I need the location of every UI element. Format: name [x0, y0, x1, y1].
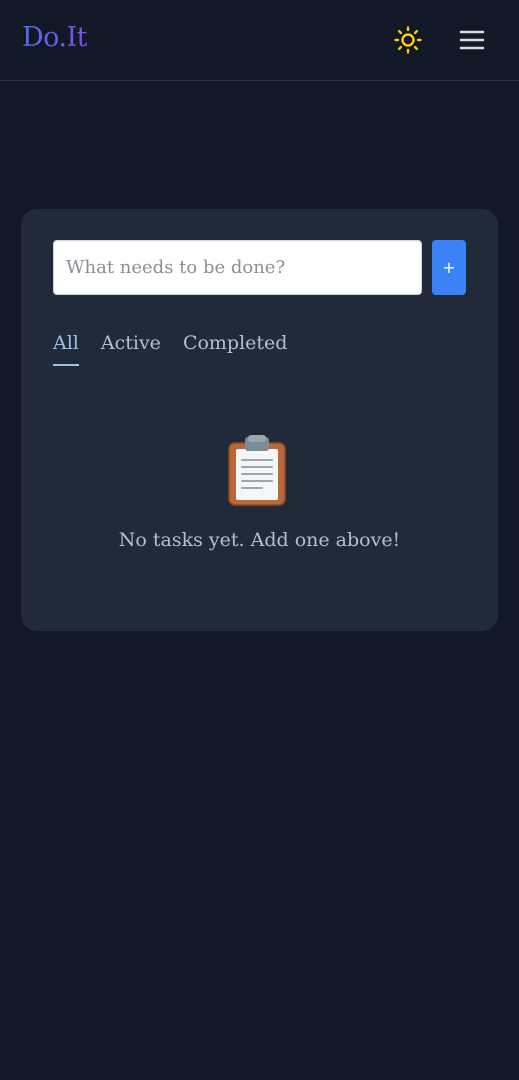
sun-icon [394, 26, 422, 54]
menu-button[interactable] [455, 23, 489, 57]
tab-active[interactable]: Active [101, 328, 161, 366]
tab-all[interactable]: All [53, 328, 79, 366]
app-logo[interactable]: Do.It [22, 20, 88, 56]
add-task-button[interactable]: + [432, 240, 466, 295]
tab-completed[interactable]: Completed [183, 328, 288, 366]
theme-toggle-button[interactable] [391, 23, 425, 57]
filter-tabs: All Active Completed [53, 328, 309, 368]
new-task-input[interactable] [53, 240, 422, 295]
todo-card: + All Active Completed No tasks yet. Add… [21, 209, 498, 631]
hamburger-menu-icon [459, 30, 485, 50]
clipboard-icon [228, 435, 286, 506]
app-header: Do.It [0, 0, 519, 81]
empty-state-message: No tasks yet. Add one above! [118, 529, 401, 551]
